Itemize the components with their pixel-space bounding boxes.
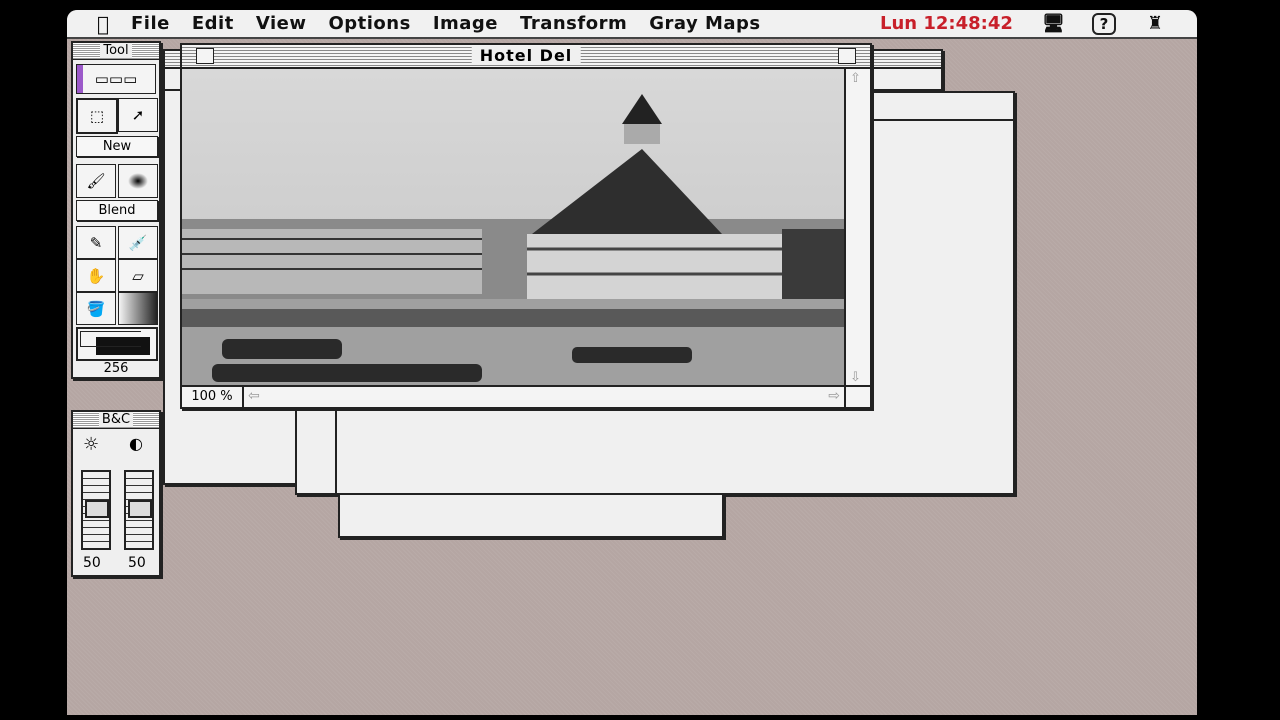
scroll-left-arrow-icon[interactable]: ⇦ <box>248 388 260 404</box>
new-button[interactable]: New <box>76 136 158 157</box>
horizontal-scrollbar[interactable]: 100 % ⇦ ⇨ <box>182 385 870 407</box>
palette-title-bar[interactable]: B&C <box>73 412 159 429</box>
palette-title-bar[interactable]: Tool <box>73 43 159 60</box>
eyedropper-icon[interactable]: 💉 <box>118 226 158 259</box>
slider-thumb[interactable] <box>85 500 109 518</box>
zoom-box[interactable] <box>838 48 856 64</box>
color-count: 256 <box>103 361 129 376</box>
pencil-icon[interactable]: ✎ <box>76 226 116 259</box>
menu-bar:  File Edit View Options Image Transform… <box>67 10 1197 39</box>
menu-file[interactable]: File <box>131 13 170 34</box>
window-title: Hotel Del <box>471 46 581 65</box>
brightness-icon: ☼ <box>83 434 100 455</box>
help-balloon-icon[interactable]: ? <box>1092 13 1116 35</box>
apple-menu-icon[interactable]:  <box>97 12 109 36</box>
brightness-value: 50 <box>83 555 101 571</box>
blend-button[interactable]: Blend <box>76 200 158 221</box>
menu-view[interactable]: View <box>256 13 307 34</box>
menu-options[interactable]: Options <box>328 13 410 34</box>
scroll-up-arrow-icon[interactable]: ⇧ <box>850 71 861 86</box>
close-box[interactable] <box>196 48 214 64</box>
color-swatches[interactable] <box>76 327 158 361</box>
clock: Lun 12:48:42 <box>880 13 1013 34</box>
paint-bucket-icon[interactable]: 🪣 <box>76 292 116 325</box>
vertical-scrollbar[interactable]: ⇧ ⇩ <box>844 69 870 387</box>
marquee-icon[interactable]: ⬚ <box>76 98 118 134</box>
menu-transform[interactable]: Transform <box>520 13 627 34</box>
brightness-contrast-palette: B&C ☼ ◐ 50 50 <box>71 410 161 577</box>
hand-icon[interactable]: ✋ <box>76 259 116 292</box>
application-menu-icon[interactable]: ♜ <box>1147 13 1163 34</box>
menu-gray-maps[interactable]: Gray Maps <box>649 13 760 34</box>
arrow-icon[interactable]: ➚ <box>118 98 158 132</box>
airbrush-icon[interactable] <box>118 164 158 198</box>
image-window[interactable]: Hotel Del ⇧ ⇩ 100 % ⇦ ⇨ <box>180 43 872 409</box>
monitor-icon[interactable]: 🖥 <box>1042 13 1065 34</box>
palette-title: B&C <box>98 412 134 427</box>
tool-palette: Tool ▭▭▭ ⬚ ➚ New 🖌 Blend ✎ 💉 ✋ ▱ 🪣 256 <box>71 41 161 379</box>
desktop:  File Edit View Options Image Transform… <box>67 10 1197 715</box>
palette-title: Tool <box>100 43 132 58</box>
brightness-slider[interactable] <box>81 470 111 550</box>
background-window[interactable] <box>338 493 724 538</box>
zoom-level[interactable]: 100 % <box>182 387 244 407</box>
scroll-right-arrow-icon[interactable]: ⇨ <box>828 388 840 404</box>
gradient-icon[interactable] <box>118 292 158 325</box>
brush-icon[interactable]: 🖌 <box>76 164 116 198</box>
scroll-down-arrow-icon[interactable]: ⇩ <box>850 370 861 385</box>
eraser-icon[interactable]: ▱ <box>118 259 158 292</box>
title-bar[interactable]: Hotel Del <box>182 45 870 69</box>
slider-thumb[interactable] <box>128 500 152 518</box>
menu-edit[interactable]: Edit <box>192 13 234 34</box>
photo-hotel-del <box>182 69 845 387</box>
menu-image[interactable]: Image <box>433 13 498 34</box>
contrast-icon: ◐ <box>129 434 143 453</box>
contrast-slider[interactable] <box>124 470 154 550</box>
contrast-value: 50 <box>128 555 146 571</box>
tool-selector[interactable]: ▭▭▭ <box>76 64 156 94</box>
resize-box[interactable] <box>844 387 870 407</box>
